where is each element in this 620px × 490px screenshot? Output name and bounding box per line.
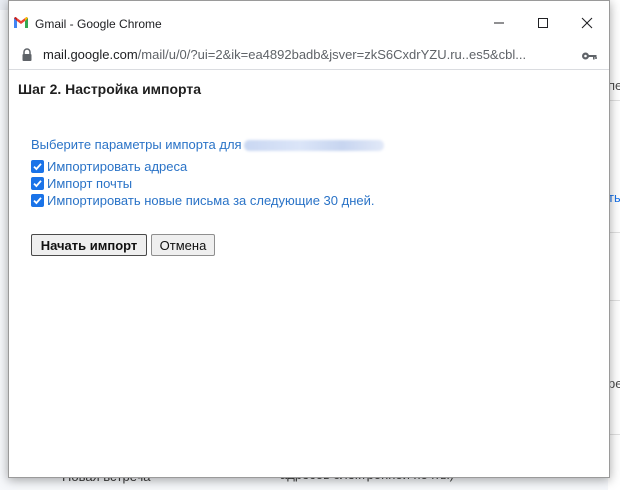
step-title: Шаг 2. Настройка импорта <box>18 81 202 97</box>
gmail-icon <box>13 16 29 29</box>
import-new-mail-label: Импортировать новые письма за следующие … <box>47 193 375 208</box>
window-titlebar: Gmail - Google Chrome <box>9 1 609 45</box>
import-mail-label: Импорт почты <box>47 176 133 191</box>
maximize-button[interactable] <box>521 5 565 41</box>
chrome-popup-window: Gmail - Google Chrome mail.google.com/ma… <box>8 0 610 478</box>
import-contacts-checkbox[interactable] <box>31 160 44 173</box>
import-contacts-label: Импортировать адреса <box>47 159 188 174</box>
maximize-icon <box>537 17 549 29</box>
start-import-button[interactable]: Начать импорт <box>31 234 147 256</box>
lock-icon[interactable] <box>21 48 33 62</box>
option-import-contacts[interactable]: Импортировать адреса <box>31 159 187 174</box>
url-host: mail.google.com <box>43 47 138 62</box>
import-new-mail-checkbox[interactable] <box>31 194 44 207</box>
address-bar[interactable]: mail.google.com/mail/u/0/?ui=2&ik=ea4892… <box>9 41 609 70</box>
close-button[interactable] <box>565 5 609 41</box>
window-title: Gmail - Google Chrome <box>35 17 162 31</box>
import-mail-checkbox[interactable] <box>31 177 44 190</box>
key-icon[interactable] <box>581 49 597 61</box>
choose-label: Выберите параметры импорта для <box>31 137 242 152</box>
close-icon <box>581 17 593 29</box>
import-target-line: Выберите параметры импорта для <box>31 137 384 152</box>
option-import-mail[interactable]: Импорт почты <box>31 176 132 191</box>
option-import-new-mail[interactable]: Импортировать новые письма за следующие … <box>31 193 374 208</box>
minimize-icon <box>493 17 505 29</box>
import-settings-dialog: Шаг 2. Настройка импорта Выберите параме… <box>9 70 609 477</box>
redacted-email <box>243 140 384 152</box>
url-path: /mail/u/0/?ui=2&ik=ea4892badb&jsver=zkS6… <box>137 47 527 62</box>
minimize-button[interactable] <box>477 5 521 41</box>
url-text[interactable]: mail.google.com/mail/u/0/?ui=2&ik=ea4892… <box>43 47 561 62</box>
cancel-button[interactable]: Отмена <box>151 234 215 256</box>
